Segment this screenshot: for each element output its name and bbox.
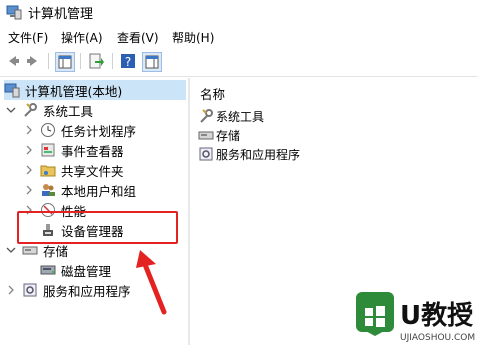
chevron-right-icon[interactable]	[24, 185, 34, 195]
services-icon	[23, 283, 37, 297]
list-item[interactable]: 服务和应用程序	[198, 144, 300, 164]
tree-item-root[interactable]: 计算机管理(本地)	[4, 80, 186, 100]
toolbar-separator	[48, 53, 49, 69]
export-list-icon[interactable]	[87, 52, 105, 70]
menu-view[interactable]: 查看(V)	[117, 29, 159, 46]
tree-item-disk-management[interactable]: 磁盘管理	[40, 260, 111, 280]
chevron-right-icon[interactable]	[6, 285, 16, 295]
pane-splitter[interactable]	[188, 78, 190, 345]
forward-arrow-icon[interactable]	[24, 52, 42, 70]
window-title: 计算机管理	[28, 7, 94, 22]
tree-item-services-apps[interactable]: 服务和应用程序	[6, 280, 131, 300]
chevron-down-icon[interactable]	[6, 245, 16, 255]
chevron-down-icon[interactable]	[6, 105, 16, 115]
chevron-right-icon[interactable]	[24, 145, 34, 155]
computer-management-icon	[6, 5, 22, 20]
chevron-right-icon[interactable]	[24, 125, 34, 135]
toolbar-separator	[80, 53, 81, 69]
storage-icon	[198, 131, 214, 140]
tree-item-label: 任务计划程序	[61, 123, 137, 139]
tree-item-label: 系统工具	[43, 103, 94, 119]
tree-item-system-tools[interactable]: 系统工具	[6, 100, 93, 120]
title-bar: 计算机管理	[0, 0, 477, 25]
list-item[interactable]: 系统工具	[198, 106, 264, 126]
tree-item-local-users[interactable]: 本地用户和组	[24, 180, 136, 200]
annotation-arrow-icon	[136, 250, 167, 315]
menu-help[interactable]: 帮助(H)	[172, 29, 214, 46]
tree-item-label: 共享文件夹	[61, 163, 124, 179]
show-action-pane-icon[interactable]	[142, 52, 162, 72]
tree-item-label: 磁盘管理	[61, 263, 112, 279]
tools-icon	[24, 103, 37, 117]
list-item-label: 服务和应用程序	[216, 147, 301, 162]
disk-icon	[40, 265, 56, 275]
services-icon	[199, 147, 213, 161]
menu-action[interactable]: 操作(A)	[61, 29, 103, 46]
menu-bar: 文件(F) 操作(A) 查看(V) 帮助(H)	[0, 27, 477, 47]
storage-icon	[22, 246, 38, 255]
watermark-brand: U教授	[400, 301, 474, 331]
tree-item-label: 本地用户和组	[61, 183, 137, 199]
computer-management-icon	[4, 83, 20, 98]
users-icon	[42, 184, 55, 196]
tree-item-label: 计算机管理(本地)	[25, 83, 123, 99]
menu-file[interactable]: 文件(F)	[8, 29, 48, 46]
tree-item-event-viewer[interactable]: 事件查看器	[24, 140, 124, 160]
watermark-logo: U教授 UJIAOSHOU.COM	[356, 292, 475, 343]
toolbar-separator	[112, 53, 113, 69]
list-item-label: 系统工具	[216, 109, 265, 124]
tree-item-task-scheduler[interactable]: 任务计划程序	[24, 120, 136, 140]
list-item[interactable]: 存储	[198, 125, 240, 145]
list-item-label: 存储	[216, 128, 241, 143]
tools-icon	[200, 109, 213, 123]
clock-icon	[41, 123, 55, 137]
svg-text:?: ?	[125, 55, 131, 69]
help-icon[interactable]: ?	[119, 52, 137, 70]
watermark-url: UJIAOSHOU.COM	[400, 333, 475, 343]
tree-item-label: 事件查看器	[61, 143, 124, 159]
tree-item-shared-folders[interactable]: 共享文件夹	[24, 160, 124, 180]
back-arrow-icon[interactable]	[4, 52, 22, 70]
toolbar: ?	[0, 49, 477, 73]
show-tree-icon[interactable]	[55, 52, 75, 72]
event-viewer-icon	[41, 143, 55, 157]
chevron-right-icon[interactable]	[24, 165, 34, 175]
column-header-name[interactable]: 名称	[200, 84, 225, 103]
toolbar-divider	[0, 76, 477, 77]
shared-folder-icon	[40, 165, 56, 177]
